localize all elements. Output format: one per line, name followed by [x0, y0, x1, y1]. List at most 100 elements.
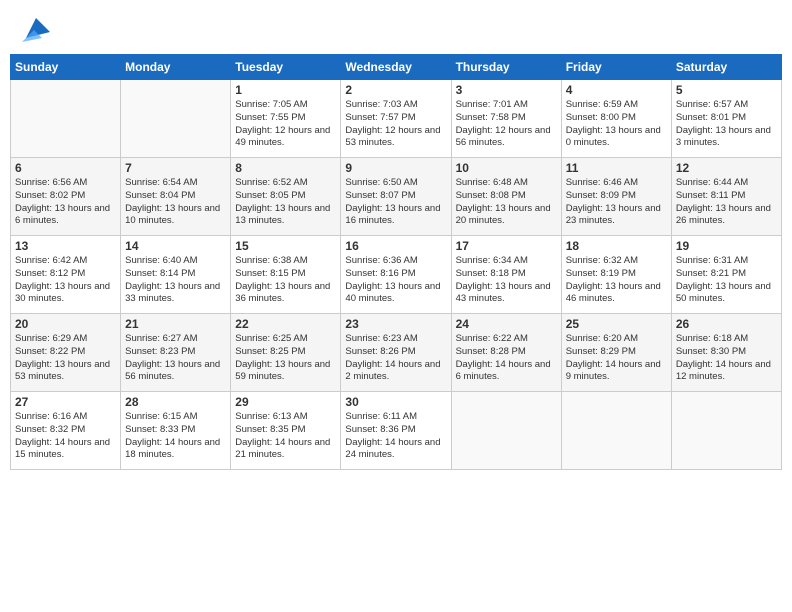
day-number: 19	[676, 239, 777, 253]
calendar-cell	[121, 80, 231, 158]
day-number: 13	[15, 239, 116, 253]
calendar-cell: 23 Sunrise: 6:23 AM Sunset: 8:26 PM Dayli…	[341, 314, 451, 392]
day-number: 20	[15, 317, 116, 331]
day-info: Sunrise: 6:54 AM Sunset: 8:04 PM Dayligh…	[125, 177, 226, 228]
day-info: Sunrise: 6:32 AM Sunset: 8:19 PM Dayligh…	[566, 255, 667, 306]
day-number: 29	[235, 395, 336, 409]
day-info: Sunrise: 6:34 AM Sunset: 8:18 PM Dayligh…	[456, 255, 557, 306]
day-number: 4	[566, 83, 667, 97]
day-info: Sunrise: 6:50 AM Sunset: 8:07 PM Dayligh…	[345, 177, 446, 228]
day-info: Sunrise: 6:15 AM Sunset: 8:33 PM Dayligh…	[125, 411, 226, 462]
calendar-week-row: 1 Sunrise: 7:05 AM Sunset: 7:55 PM Daylig…	[11, 80, 782, 158]
calendar-cell: 30 Sunrise: 6:11 AM Sunset: 8:36 PM Dayli…	[341, 392, 451, 470]
weekday-header: Saturday	[671, 55, 781, 80]
weekday-header: Thursday	[451, 55, 561, 80]
day-info: Sunrise: 6:25 AM Sunset: 8:25 PM Dayligh…	[235, 333, 336, 384]
calendar-cell	[11, 80, 121, 158]
calendar-week-row: 27 Sunrise: 6:16 AM Sunset: 8:32 PM Dayli…	[11, 392, 782, 470]
calendar-week-row: 13 Sunrise: 6:42 AM Sunset: 8:12 PM Dayli…	[11, 236, 782, 314]
weekday-header: Tuesday	[231, 55, 341, 80]
calendar-cell: 2 Sunrise: 7:03 AM Sunset: 7:57 PM Daylig…	[341, 80, 451, 158]
day-info: Sunrise: 6:29 AM Sunset: 8:22 PM Dayligh…	[15, 333, 116, 384]
day-info: Sunrise: 6:16 AM Sunset: 8:32 PM Dayligh…	[15, 411, 116, 462]
day-number: 24	[456, 317, 557, 331]
calendar-cell: 14Sunrise: 6:40 AM Sunset: 8:14 PM Dayli…	[121, 236, 231, 314]
calendar-cell: 27 Sunrise: 6:16 AM Sunset: 8:32 PM Dayli…	[11, 392, 121, 470]
calendar-cell: 7 Sunrise: 6:54 AM Sunset: 8:04 PM Daylig…	[121, 158, 231, 236]
calendar-cell	[561, 392, 671, 470]
weekday-header: Sunday	[11, 55, 121, 80]
calendar-cell: 13 Sunrise: 6:42 AM Sunset: 8:12 PM Dayli…	[11, 236, 121, 314]
day-number: 26	[676, 317, 777, 331]
header	[10, 10, 782, 46]
day-number: 8	[235, 161, 336, 175]
day-info: Sunrise: 6:57 AM Sunset: 8:01 PM Dayligh…	[676, 99, 777, 150]
day-info: Sunrise: 6:59 AM Sunset: 8:00 PM Dayligh…	[566, 99, 667, 150]
day-number: 12	[676, 161, 777, 175]
weekday-header-row: SundayMondayTuesdayWednesdayThursdayFrid…	[11, 55, 782, 80]
day-info: Sunrise: 6:44 AM Sunset: 8:11 PM Dayligh…	[676, 177, 777, 228]
calendar-cell: 17 Sunrise: 6:34 AM Sunset: 8:18 PM Dayli…	[451, 236, 561, 314]
day-number: 16	[345, 239, 446, 253]
calendar-cell	[671, 392, 781, 470]
day-info: Sunrise: 7:01 AM Sunset: 7:58 PM Dayligh…	[456, 99, 557, 150]
day-info: Sunrise: 6:27 AM Sunset: 8:23 PM Dayligh…	[125, 333, 226, 384]
day-info: Sunrise: 6:18 AM Sunset: 8:30 PM Dayligh…	[676, 333, 777, 384]
calendar-cell: 8Sunrise: 6:52 AM Sunset: 8:05 PM Daylig…	[231, 158, 341, 236]
calendar-cell: 18 Sunrise: 6:32 AM Sunset: 8:19 PM Dayli…	[561, 236, 671, 314]
calendar-cell: 24 Sunrise: 6:22 AM Sunset: 8:28 PM Dayli…	[451, 314, 561, 392]
day-info: Sunrise: 7:05 AM Sunset: 7:55 PM Dayligh…	[235, 99, 336, 150]
day-info: Sunrise: 6:42 AM Sunset: 8:12 PM Dayligh…	[15, 255, 116, 306]
day-info: Sunrise: 6:22 AM Sunset: 8:28 PM Dayligh…	[456, 333, 557, 384]
calendar-cell: 29 Sunrise: 6:13 AM Sunset: 8:35 PM Dayli…	[231, 392, 341, 470]
calendar-cell: 19 Sunrise: 6:31 AM Sunset: 8:21 PM Dayli…	[671, 236, 781, 314]
day-number: 14	[125, 239, 226, 253]
day-number: 10	[456, 161, 557, 175]
day-number: 18	[566, 239, 667, 253]
day-info: Sunrise: 6:23 AM Sunset: 8:26 PM Dayligh…	[345, 333, 446, 384]
calendar-cell: 4 Sunrise: 6:59 AM Sunset: 8:00 PM Daylig…	[561, 80, 671, 158]
day-number: 7	[125, 161, 226, 175]
day-info: Sunrise: 6:48 AM Sunset: 8:08 PM Dayligh…	[456, 177, 557, 228]
day-number: 1	[235, 83, 336, 97]
day-number: 2	[345, 83, 446, 97]
calendar-cell: 3 Sunrise: 7:01 AM Sunset: 7:58 PM Daylig…	[451, 80, 561, 158]
day-number: 11	[566, 161, 667, 175]
calendar-cell: 1 Sunrise: 7:05 AM Sunset: 7:55 PM Daylig…	[231, 80, 341, 158]
day-info: Sunrise: 6:38 AM Sunset: 8:15 PM Dayligh…	[235, 255, 336, 306]
day-info: Sunrise: 6:46 AM Sunset: 8:09 PM Dayligh…	[566, 177, 667, 228]
day-number: 17	[456, 239, 557, 253]
day-number: 25	[566, 317, 667, 331]
calendar-cell: 12 Sunrise: 6:44 AM Sunset: 8:11 PM Dayli…	[671, 158, 781, 236]
day-info: Sunrise: 6:11 AM Sunset: 8:36 PM Dayligh…	[345, 411, 446, 462]
calendar-cell: 26 Sunrise: 6:18 AM Sunset: 8:30 PM Dayli…	[671, 314, 781, 392]
day-info: Sunrise: 6:31 AM Sunset: 8:21 PM Dayligh…	[676, 255, 777, 306]
logo-icon	[22, 14, 50, 42]
calendar-cell: 6 Sunrise: 6:56 AM Sunset: 8:02 PM Daylig…	[11, 158, 121, 236]
calendar-cell: 9 Sunrise: 6:50 AM Sunset: 8:07 PM Daylig…	[341, 158, 451, 236]
calendar: SundayMondayTuesdayWednesdayThursdayFrid…	[10, 54, 782, 470]
day-number: 27	[15, 395, 116, 409]
calendar-week-row: 20 Sunrise: 6:29 AM Sunset: 8:22 PM Dayli…	[11, 314, 782, 392]
logo	[18, 14, 50, 42]
day-info: Sunrise: 6:13 AM Sunset: 8:35 PM Dayligh…	[235, 411, 336, 462]
page: SundayMondayTuesdayWednesdayThursdayFrid…	[0, 0, 792, 612]
day-info: Sunrise: 6:20 AM Sunset: 8:29 PM Dayligh…	[566, 333, 667, 384]
day-info: Sunrise: 6:36 AM Sunset: 8:16 PM Dayligh…	[345, 255, 446, 306]
day-number: 15	[235, 239, 336, 253]
calendar-cell: 5Sunrise: 6:57 AM Sunset: 8:01 PM Daylig…	[671, 80, 781, 158]
day-info: Sunrise: 7:03 AM Sunset: 7:57 PM Dayligh…	[345, 99, 446, 150]
calendar-cell: 22Sunrise: 6:25 AM Sunset: 8:25 PM Dayli…	[231, 314, 341, 392]
calendar-cell: 15 Sunrise: 6:38 AM Sunset: 8:15 PM Dayli…	[231, 236, 341, 314]
day-info: Sunrise: 6:56 AM Sunset: 8:02 PM Dayligh…	[15, 177, 116, 228]
day-number: 28	[125, 395, 226, 409]
calendar-cell: 25 Sunrise: 6:20 AM Sunset: 8:29 PM Dayli…	[561, 314, 671, 392]
calendar-cell: 11 Sunrise: 6:46 AM Sunset: 8:09 PM Dayli…	[561, 158, 671, 236]
calendar-cell: 16 Sunrise: 6:36 AM Sunset: 8:16 PM Dayli…	[341, 236, 451, 314]
day-number: 3	[456, 83, 557, 97]
day-number: 6	[15, 161, 116, 175]
calendar-cell: 10 Sunrise: 6:48 AM Sunset: 8:08 PM Dayli…	[451, 158, 561, 236]
day-number: 23	[345, 317, 446, 331]
day-number: 30	[345, 395, 446, 409]
day-number: 9	[345, 161, 446, 175]
